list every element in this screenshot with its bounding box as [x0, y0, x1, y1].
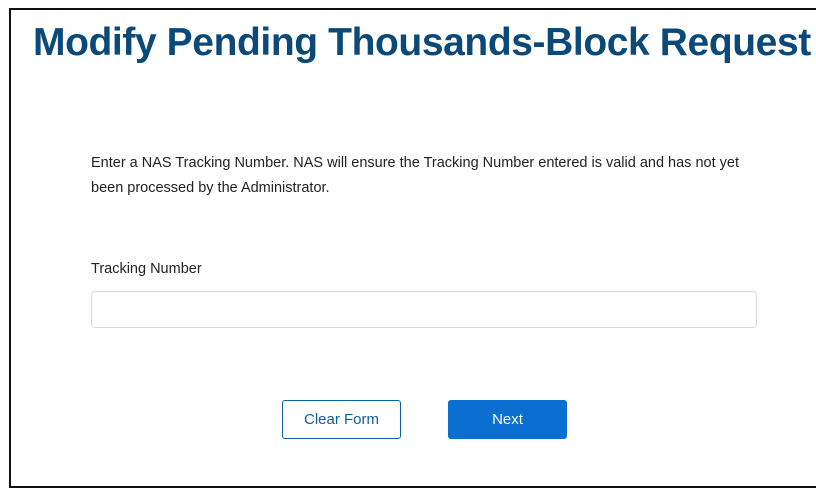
next-button[interactable]: Next: [448, 400, 567, 439]
tracking-number-input[interactable]: [91, 291, 757, 328]
tracking-number-label: Tracking Number: [91, 261, 202, 277]
instructions-text: Enter a NAS Tracking Number. NAS will en…: [91, 155, 739, 196]
page-frame: [9, 8, 816, 488]
clear-form-button[interactable]: Clear Form: [282, 400, 401, 439]
page-title: Modify Pending Thousands-Block Request: [33, 21, 811, 64]
